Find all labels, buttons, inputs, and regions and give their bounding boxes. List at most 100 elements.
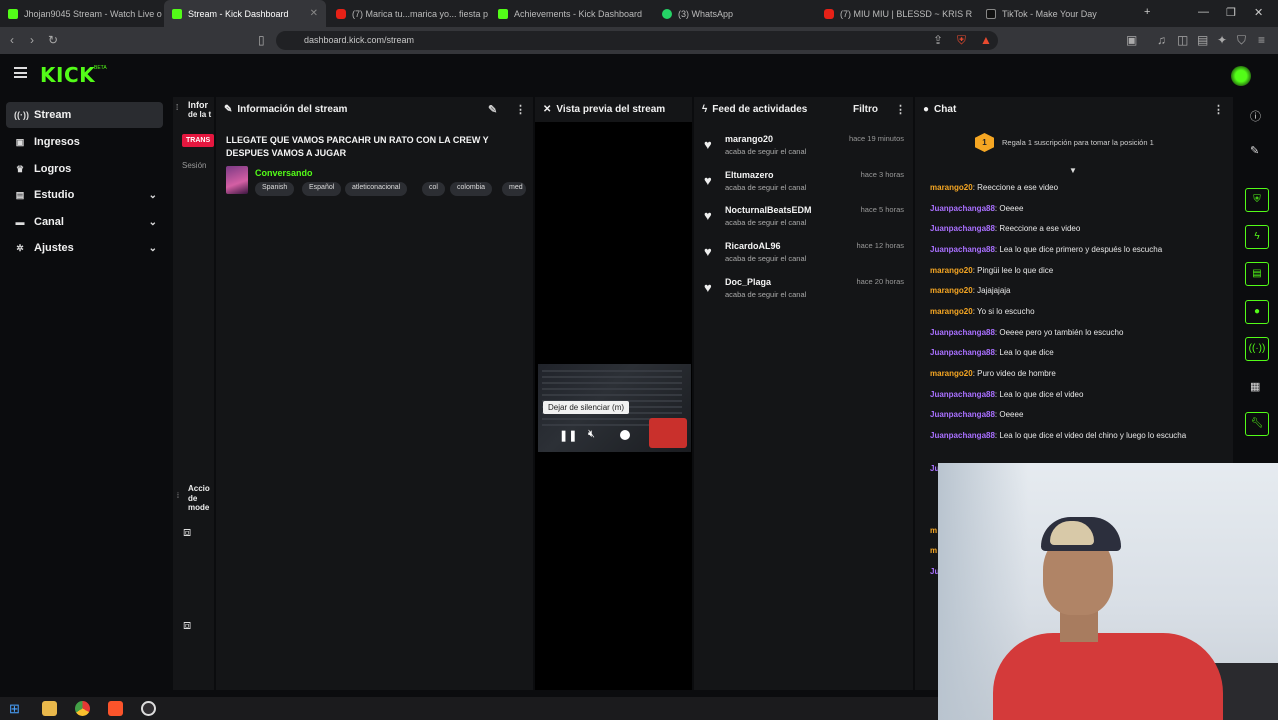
stream-tag[interactable]: Spanish [255, 182, 295, 196]
chat-username[interactable]: Juanpachanga88 [930, 390, 995, 399]
broadcast-icon[interactable]: ((·)) [1245, 337, 1269, 361]
minimize-icon[interactable]: — [1198, 6, 1209, 18]
browser-tab[interactable]: Achievements - Kick Dashboard [490, 0, 652, 27]
shield-icon[interactable]: ⛨ [1245, 188, 1269, 212]
youtube-favicon-icon [824, 8, 834, 19]
lightning-icon[interactable]: ϟ [1245, 225, 1269, 249]
browser-tab-active[interactable]: Stream - Kick Dashboard ✕ [164, 0, 326, 27]
drag-handle-icon[interactable]: ⁞ [176, 103, 178, 112]
share-icon[interactable]: ⇪ [933, 33, 943, 47]
chat-message: Juanpachanga88: Lea lo que dice el video [930, 390, 1084, 399]
volume-slider-knob[interactable] [620, 430, 630, 440]
chat-username[interactable]: Juanpachanga88 [930, 410, 995, 419]
sidebar-item-logros[interactable]: ♛ Logros [6, 156, 163, 182]
brave-rewards-icon[interactable]: ▲ [980, 33, 992, 47]
chat-username[interactable]: marango20 [930, 286, 973, 295]
info-icon[interactable]: ⓘ [1250, 108, 1261, 124]
chat-message: Juanpachanga88: Lea lo que dice el video… [930, 431, 1187, 440]
sidebar-item-ajustes[interactable]: ✲ Ajustes ⌄ [6, 235, 163, 261]
chat-username[interactable]: Juanpachanga88 [930, 224, 995, 233]
clipboard-icon[interactable]: ▤ [1245, 262, 1269, 286]
chat-username[interactable]: marango20 [930, 307, 973, 316]
vpn-icon[interactable]: ⛉ [1237, 33, 1246, 48]
wallet-icon[interactable]: ▤ [1197, 33, 1208, 47]
chat-username[interactable]: Juanpachanga88 [930, 204, 995, 213]
more-options-icon[interactable]: ⋮ [515, 103, 526, 116]
feed-username[interactable]: Eltumazero [725, 170, 774, 180]
category-thumbnail[interactable] [226, 166, 248, 194]
chat-icon[interactable]: ● [1245, 300, 1269, 324]
layout-icon[interactable]: ▦ [1250, 380, 1260, 393]
chat-username[interactable]: Juanpachanga88 [930, 431, 995, 440]
chrome-icon[interactable] [75, 701, 90, 716]
stream-title: LLEGATE QUE VAMOS PARCAHR UN RATO CON LA… [226, 135, 489, 158]
chat-username[interactable]: Juanpachanga88 [930, 245, 995, 254]
extension-icon[interactable]: ▣ [1126, 33, 1137, 47]
browser-tab[interactable]: TikTok - Make Your Day [978, 0, 1138, 27]
stream-tag[interactable]: Español [302, 182, 342, 196]
stream-tag[interactable]: med [502, 182, 526, 196]
new-tab-icon[interactable]: + [1144, 6, 1150, 18]
sidebar-toggle-icon[interactable]: ◫ [1177, 33, 1188, 47]
windows-start-icon[interactable]: ⊞ [9, 701, 24, 716]
feed-username[interactable]: Doc_Plaga [725, 277, 771, 287]
extensions-puzzle-icon[interactable]: ✦ [1217, 33, 1227, 47]
chevron-down-icon: ⌄ [148, 216, 157, 228]
media-icon[interactable]: ♫ [1157, 33, 1166, 47]
user-avatar[interactable] [1231, 66, 1251, 86]
more-options-icon[interactable]: ⋮ [1213, 103, 1224, 116]
mod-action-icon[interactable]: ⧈ [183, 524, 191, 540]
chat-username[interactable]: marango20 [930, 183, 973, 192]
maximize-icon[interactable]: ❐ [1226, 6, 1236, 19]
mod-action-icon[interactable]: ⧈ [183, 617, 191, 633]
sidebar-item-ingresos[interactable]: ▣ Ingresos [6, 129, 163, 155]
pause-icon[interactable]: ❚❚ [559, 429, 577, 442]
volume-muted-icon[interactable]: 🔇︎ [588, 428, 595, 441]
browser-tab[interactable]: (3) WhatsApp [654, 0, 814, 27]
feed-username[interactable]: RicardoAL96 [725, 241, 781, 251]
bookmark-icon[interactable]: ▯ [258, 33, 265, 47]
browser-tab[interactable]: (7) Marica tu...marica yo... fiesta pl..… [328, 0, 488, 27]
menu-icon[interactable]: ≡ [1258, 33, 1265, 47]
close-window-icon[interactable]: ✕ [1254, 6, 1263, 19]
chat-text: Oeeee [999, 410, 1024, 419]
file-explorer-icon[interactable] [42, 701, 57, 716]
filter-button[interactable]: Filtro [853, 104, 878, 115]
chat-message: marango20: Puro video de hombre [930, 369, 1056, 378]
kick-logo[interactable]: KICK [40, 63, 95, 87]
sidebar-item-estudio[interactable]: ▤ Estudio ⌄ [6, 182, 163, 208]
stream-tag[interactable]: colombia [450, 182, 493, 196]
sidebar-item-stream[interactable]: ((·)) Stream [6, 102, 163, 128]
more-options-icon[interactable]: ⋮ [895, 103, 906, 116]
wrench-icon[interactable]: 🔧︎ [1245, 412, 1269, 436]
drag-handle-icon[interactable]: ⁞ [177, 493, 179, 500]
sidebar-item-canal[interactable]: ▬ Canal ⌄ [6, 209, 163, 235]
chat-username[interactable]: Juanpachanga88 [930, 348, 995, 357]
mod-actions-title-line3: mode [188, 503, 210, 512]
chevron-down-icon: ⌄ [148, 242, 157, 254]
category-label[interactable]: Conversando [255, 168, 313, 178]
chat-username[interactable]: marango20 [930, 266, 973, 275]
feed-time: hace 12 horas [856, 241, 904, 250]
stream-tag[interactable]: col [422, 182, 445, 196]
reload-icon[interactable]: ↻ [48, 33, 58, 47]
chat-username[interactable]: marango20 [930, 369, 973, 378]
close-tab-icon[interactable]: ✕ [310, 8, 318, 19]
obs-icon[interactable] [141, 701, 156, 716]
browser-tab[interactable]: Jhojan9045 Stream - Watch Live on [0, 0, 162, 27]
forward-icon[interactable]: › [30, 33, 34, 47]
edit-icon[interactable]: ✎ [488, 103, 497, 116]
feed-username[interactable]: marango20 [725, 134, 773, 144]
sub-gift-banner[interactable]: 1 Regala 1 suscripción para tomar la pos… [975, 133, 1154, 152]
stream-tag[interactable]: atleticonacional [345, 182, 408, 196]
browser-tab[interactable]: (7) MIU MIU | BLESSD ~ KRIS R [816, 0, 976, 27]
feed-username[interactable]: NocturnalBeatsEDM [725, 205, 812, 215]
brave-icon[interactable] [108, 701, 123, 716]
pin-arrow-icon[interactable]: ▼ [1069, 166, 1077, 175]
address-bar[interactable]: dashboard.kick.com/stream [276, 31, 998, 50]
back-icon[interactable]: ‹ [10, 33, 14, 47]
hamburger-menu-icon[interactable] [14, 67, 27, 78]
chat-username[interactable]: Juanpachanga88 [930, 328, 995, 337]
brave-shield-icon[interactable]: ⛨ [957, 33, 966, 48]
pencil-icon[interactable]: ✎ [1250, 144, 1259, 157]
